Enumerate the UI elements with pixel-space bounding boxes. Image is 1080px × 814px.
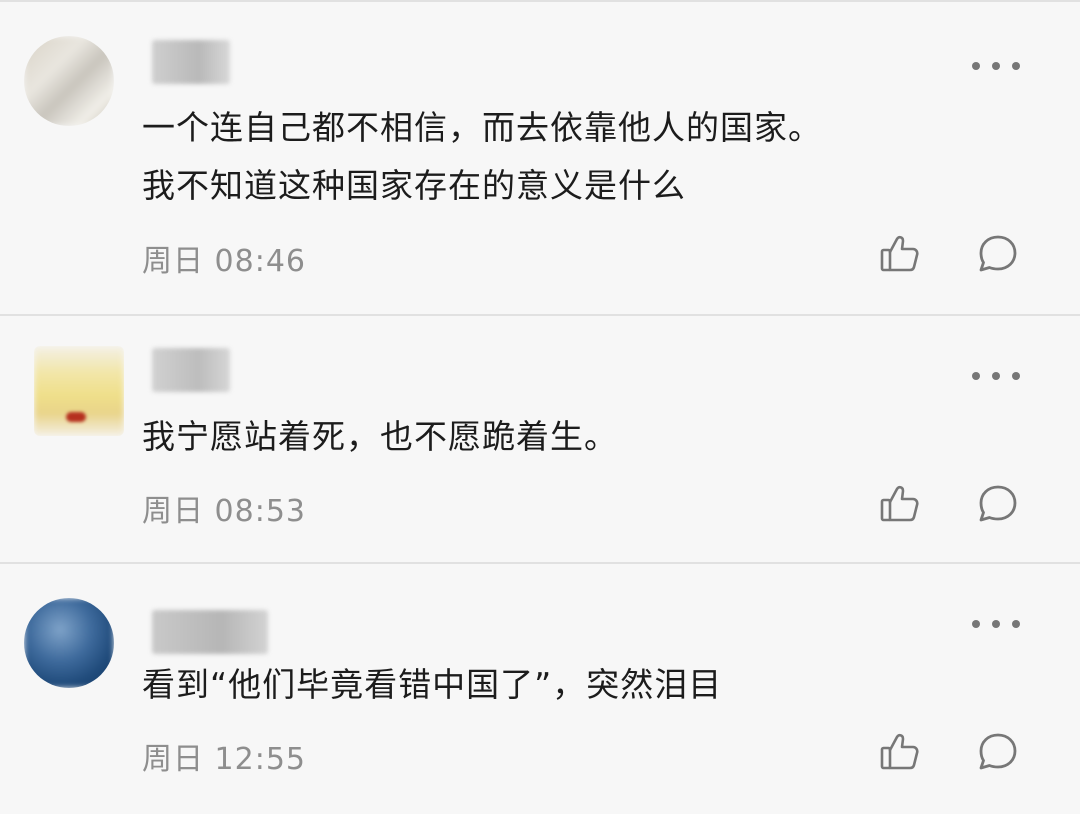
avatar[interactable] bbox=[24, 598, 114, 688]
comment-item: 一个连自己都不相信，而去依靠他人的国家。 我不知道这种国家存在的意义是什么 周日… bbox=[0, 2, 1080, 314]
more-options-icon[interactable] bbox=[972, 618, 1020, 630]
avatar[interactable] bbox=[24, 36, 114, 126]
comment-bubble-icon[interactable] bbox=[976, 482, 1020, 526]
comment-item: 我宁愿站着死，也不愿跪着生。 周日 08:53 bbox=[0, 316, 1080, 562]
thumbs-up-icon[interactable] bbox=[878, 730, 922, 774]
comment-text: 一个连自己都不相信，而去依靠他人的国家。 我不知道这种国家存在的意义是什么 bbox=[142, 108, 822, 205]
username-redacted bbox=[152, 348, 230, 392]
comment-item: 看到“他们毕竟看错中国了”，突然泪目 周日 12:55 bbox=[0, 564, 1080, 814]
comment-bubble-icon[interactable] bbox=[976, 232, 1020, 276]
thumbs-up-icon[interactable] bbox=[878, 482, 922, 526]
comment-text: 看到“他们毕竟看错中国了”，突然泪目 bbox=[142, 665, 723, 704]
more-options-icon[interactable] bbox=[972, 60, 1020, 72]
more-options-icon[interactable] bbox=[972, 370, 1020, 382]
comment-timestamp: 周日 12:55 bbox=[142, 742, 306, 777]
username-redacted bbox=[152, 40, 230, 84]
comment-timestamp: 周日 08:46 bbox=[142, 244, 306, 279]
username-redacted bbox=[152, 610, 268, 654]
comment-text: 我宁愿站着死，也不愿跪着生。 bbox=[142, 417, 618, 456]
comment-timestamp: 周日 08:53 bbox=[142, 494, 306, 529]
comment-feed: 一个连自己都不相信，而去依靠他人的国家。 我不知道这种国家存在的意义是什么 周日… bbox=[0, 0, 1080, 814]
thumbs-up-icon[interactable] bbox=[878, 232, 922, 276]
avatar[interactable] bbox=[34, 346, 124, 436]
comment-bubble-icon[interactable] bbox=[976, 730, 1020, 774]
